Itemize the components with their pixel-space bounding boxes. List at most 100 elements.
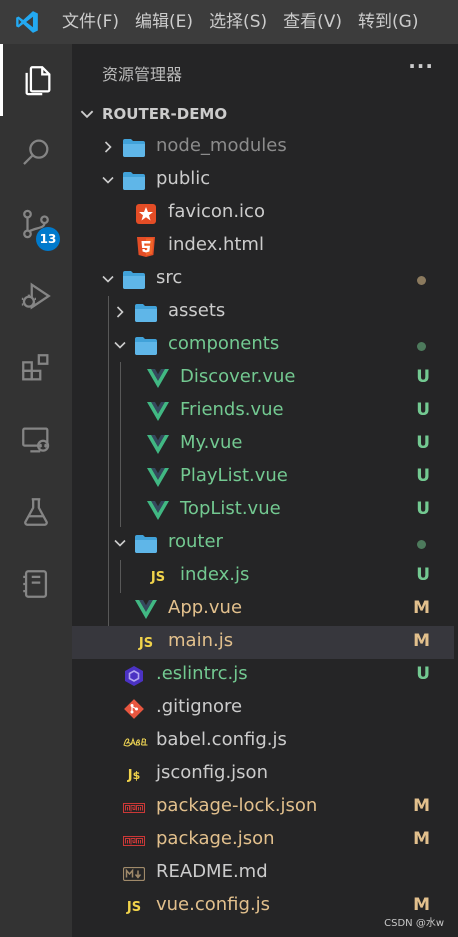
source-control-activity[interactable]: 13 (0, 188, 72, 260)
vscode-logo-icon (0, 0, 54, 44)
tree-item-app-vue[interactable]: App.vue M (72, 593, 454, 626)
activity-bar: 13 (0, 44, 72, 937)
watermark: CSDN @水w (384, 918, 444, 929)
folder-open-icon (122, 268, 146, 292)
flask-icon (24, 498, 48, 526)
tree-item-label: router (168, 531, 223, 552)
tree-item-friends-vue[interactable]: Friends.vue U (72, 395, 454, 428)
tree-item-label: package-lock.json (156, 795, 318, 816)
chevron-down-icon (102, 275, 114, 283)
explorer-activity[interactable] (0, 44, 72, 116)
folder-icon (122, 136, 146, 160)
tree-item-package-lock[interactable]: package-lock.json M (72, 791, 454, 824)
tree-item-label: PlayList.vue (180, 465, 288, 486)
menu-file[interactable]: 文件(F) (54, 0, 127, 44)
tree-item-public[interactable]: public (72, 164, 454, 197)
remote-explorer-activity[interactable] (0, 404, 72, 476)
tree-item-discover-vue[interactable]: Discover.vue U (72, 362, 454, 395)
tree-item-router-index-js[interactable]: JS index.js U (72, 560, 454, 593)
menu-view[interactable]: 查看(V) (275, 0, 350, 44)
html5-icon (134, 235, 158, 259)
git-status: U (416, 466, 430, 486)
chevron-down-icon (80, 110, 94, 119)
tree-item-label: README.md (156, 861, 268, 882)
tree-item-label: index.js (180, 564, 250, 585)
vue-icon (134, 598, 158, 622)
javascript-icon: JS (138, 635, 154, 651)
git-status: M (413, 598, 430, 618)
git-status: M (413, 895, 430, 915)
tree-item-label: package.json (156, 828, 275, 849)
chevron-down-icon (102, 176, 114, 184)
vue-icon (146, 400, 170, 424)
folder-open-icon (122, 169, 146, 193)
git-icon (122, 697, 146, 721)
tree-item-favicon[interactable]: favicon.ico (72, 197, 454, 230)
git-status: M (413, 796, 430, 816)
tree-item-gitignore[interactable]: .gitignore (72, 692, 454, 725)
git-status: U (416, 433, 430, 453)
javascript-icon: JS (126, 899, 142, 915)
tree-item-label: .gitignore (156, 696, 243, 717)
folder-open-icon (134, 532, 158, 556)
tree-item-label: main.js (168, 630, 234, 651)
folder-open-icon (134, 334, 158, 358)
git-status: U (416, 499, 430, 519)
tree-item-label: jsconfig.json (156, 762, 268, 783)
menu-edit[interactable]: 编辑(E) (127, 0, 201, 44)
markdown-icon (122, 862, 146, 886)
vue-icon (146, 466, 170, 490)
git-status: U (416, 664, 430, 684)
favicon-star-icon (134, 202, 158, 226)
tree-item-readme[interactable]: README.md (72, 857, 454, 890)
explorer-header: 资源管理器 ··· (72, 44, 458, 100)
run-debug-activity[interactable] (0, 260, 72, 332)
tree-item-src[interactable]: src (72, 263, 454, 296)
tree-item-assets[interactable]: assets (72, 296, 454, 329)
tree-item-node-modules[interactable]: node_modules (72, 131, 454, 164)
extensions-activity[interactable] (0, 332, 72, 404)
tree-item-my-vue[interactable]: My.vue U (72, 428, 454, 461)
chevron-down-icon (114, 341, 126, 349)
tree-item-jsconfig[interactable]: J $ jsconfig.json (72, 758, 454, 791)
tree-item-label: My.vue (180, 432, 243, 453)
chevron-right-icon (104, 141, 112, 153)
notebook-icon (23, 570, 48, 598)
tree-item-label: Friends.vue (180, 399, 284, 420)
tree-item-label: public (156, 168, 211, 189)
search-activity[interactable] (0, 116, 72, 188)
tree-item-toplist-vue[interactable]: TopList.vue U (72, 494, 454, 527)
project-name: ROUTER-DEMO (102, 105, 228, 123)
extensions-icon (22, 354, 49, 381)
files-icon (25, 66, 50, 96)
modified-dot (417, 276, 426, 285)
vue-icon (146, 367, 170, 391)
vue-icon (146, 433, 170, 457)
tree-item-label: TopList.vue (180, 498, 281, 519)
tree-item-eslintrc[interactable]: .eslintrc.js U (72, 659, 454, 692)
untracked-dot (417, 342, 426, 351)
tree-item-label: .eslintrc.js (156, 663, 248, 684)
testing-activity[interactable] (0, 476, 72, 548)
babel-icon (122, 730, 148, 754)
tree-item-label: babel.config.js (156, 729, 287, 750)
notebook-activity[interactable] (0, 548, 72, 620)
tree-item-label: vue.config.js (156, 894, 271, 915)
tree-item-index-html[interactable]: index.html (72, 230, 454, 263)
tree-item-router[interactable]: router (72, 527, 454, 560)
chevron-down-icon (114, 539, 126, 547)
tree-item-components[interactable]: components (72, 329, 454, 362)
tree-item-main-js[interactable]: JS main.js M (72, 626, 454, 659)
search-icon (23, 139, 49, 165)
menu-bar: 文件(F) 编辑(E) 选择(S) 查看(V) 转到(G) (0, 0, 458, 44)
menu-go[interactable]: 转到(G) (350, 0, 426, 44)
git-status: U (416, 565, 430, 585)
git-status: U (416, 400, 430, 420)
tree-item-package-json[interactable]: package.json M (72, 824, 454, 857)
menu-selection[interactable]: 选择(S) (201, 0, 275, 44)
git-status: U (416, 367, 430, 387)
tree-item-babel-config[interactable]: babel.config.js (72, 725, 454, 758)
more-actions-icon[interactable]: ··· (408, 54, 434, 78)
project-section-header[interactable]: ROUTER-DEMO (72, 102, 458, 128)
tree-item-playlist-vue[interactable]: PlayList.vue U (72, 461, 454, 494)
